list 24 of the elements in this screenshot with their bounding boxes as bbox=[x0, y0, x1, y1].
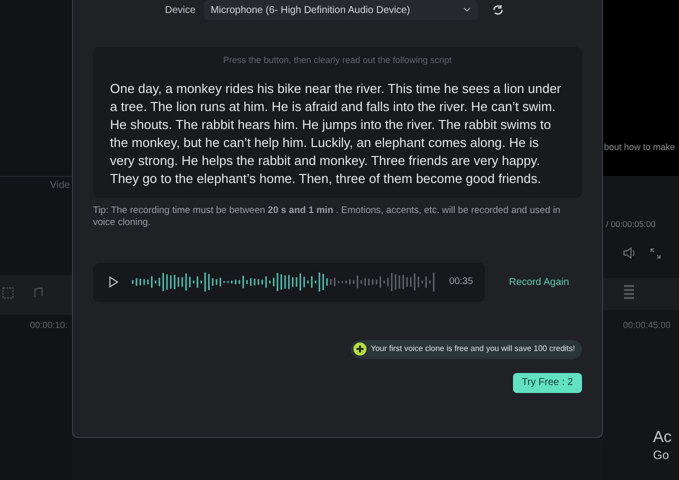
timecode: 00:00:10: bbox=[30, 319, 68, 332]
plus-icon bbox=[352, 342, 367, 356]
refresh-icon[interactable] bbox=[492, 4, 504, 16]
record-again-link[interactable]: Record Again bbox=[509, 274, 570, 290]
chevron-down-icon bbox=[462, 7, 471, 13]
play-icon[interactable] bbox=[109, 276, 119, 288]
try-free-button[interactable]: Try Free : 2 bbox=[512, 372, 582, 392]
fullscreen-icon[interactable] bbox=[650, 248, 661, 259]
instruction-text: Press the button, then clearly read out the following script bbox=[222, 54, 453, 67]
timecode: 00:00:45:00 bbox=[623, 319, 671, 332]
device-label: Device bbox=[165, 4, 196, 18]
duration-text: / 00:00:05:00 bbox=[606, 218, 656, 231]
script-text: One day, a monkey rides his bike near the river. This time he sees a lion under a tree. The lion runs at him. He is afraid and falls into the river. He can’t swim. He shouts. The rabbit hears him. He jumps into the river. The rabbit swims to the monkey, but he can’t help him. Luckily, an elephant comes along. He is very strong. He helps the rabbit and monkey. Three friends are very happy. They go to the elephant’s home. Then, three of them become good friends. bbox=[110, 80, 562, 188]
promo-banner: Your first voice clone is free and you will save 100 credits! bbox=[350, 340, 582, 358]
recording-duration: 00:35 bbox=[449, 274, 473, 289]
volume-icon[interactable] bbox=[623, 247, 637, 259]
tip-text: Tip: The recording time must be between 20 s and 1 min . Emotions, accents, etc. will be recorded and used in voice cloning. bbox=[93, 204, 562, 228]
notice-subtitle: Go bbox=[653, 447, 670, 464]
list-icon[interactable] bbox=[623, 284, 635, 302]
device-dropdown[interactable]: Microphone (6- High Definition Audio Device) bbox=[204, 0, 478, 20]
panel-label: Vide bbox=[50, 179, 70, 193]
notice-title: Ac bbox=[653, 428, 672, 448]
caption-text: bout how to make bbox=[604, 141, 676, 154]
grid-icon[interactable] bbox=[2, 287, 14, 299]
